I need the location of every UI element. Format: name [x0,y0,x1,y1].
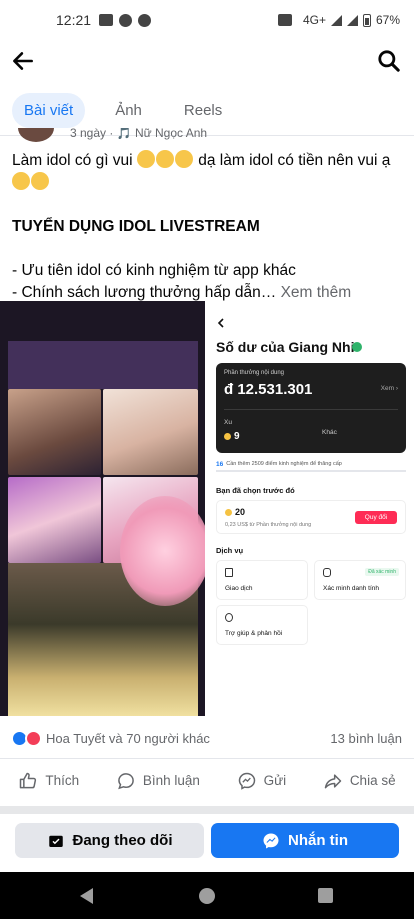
laughing-emoji-icon [31,172,49,190]
coin-icon [225,508,232,516]
signal-icon [330,14,342,26]
tab-reels[interactable]: Reels [172,93,234,128]
service-help: Trợ giúp & phản hồi [216,605,308,645]
help-icon [225,613,233,622]
document-icon [225,568,233,577]
offer-amount: 20 [235,507,246,517]
post-line1: Làm idol có gì vui [12,152,133,169]
love-reaction-icon [25,730,42,747]
balance-card: Phần thưởng nội dung đ 12.531.301 Xem › … [216,363,406,453]
level-progress [216,470,406,472]
verified-shield-icon [352,342,362,352]
balance-view: Xem › [380,385,398,392]
redeem-button: Quy đổi [355,511,397,524]
rofl-emoji-icon [136,150,155,168]
balance-amount: đ 12.531.301 [224,381,313,398]
message-button[interactable]: Nhắn tin [211,823,399,858]
blossom-tree [120,496,205,606]
volte-icon [277,14,292,26]
post-body: Làm idol có gì vui dạ làm idol có tiền n… [12,150,404,304]
profile-action-bar: Đang theo dõi Nhắn tin [0,814,414,872]
comment-button[interactable]: Bình luận [116,771,200,791]
post-line: Làm idol có gì vui dạ làm idol có tiền n… [12,150,404,194]
search-icon[interactable] [376,48,402,74]
share-arrow-icon [324,773,342,788]
tab-photos[interactable]: Ảnh [103,93,154,128]
post-headline: TUYỂN DỤNG IDOL LIVESTREAM [12,218,260,235]
offer-sub: 0,23 US$ từ Phần thưởng nội dung [225,522,312,528]
post-line1-tail: dạ làm idol có tiền nên vui ạ [198,152,391,169]
reactions-row[interactable]: Hoa Tuyết và 70 người khác 13 bình luận [0,722,414,754]
section-divider [0,806,414,814]
status-right: 4G+ 67% [277,13,400,27]
post-bullet-text: - Chính sách lương thưởng hấp dẫn… [12,284,277,301]
recent-title: Bạn đã chọn trước đó [216,486,295,495]
messenger-notification-icon [138,13,152,27]
nav-back-icon[interactable] [80,888,93,904]
battery-percent: 67% [375,13,400,27]
shield-icon [323,568,331,577]
messenger-icon [238,772,255,790]
post-meta: 3 ngày · 🎵 Nữ Ngọc Anh [12,128,402,142]
level-note: Cần thêm 2509 điểm kinh nghiệm để thăng … [226,461,342,467]
service-transactions: Giao dịch [216,560,308,600]
post-meta-text: 3 ngày · 🎵 Nữ Ngọc Anh [70,128,208,140]
comment-count[interactable]: 13 bình luận [330,731,402,746]
post-bullet: - Ưu tiên idol có kinh nghiệm từ app khá… [12,262,296,279]
xu-value: 9 [234,431,240,442]
rofl-emoji-icon [155,150,174,168]
wallet-back-icon [217,318,224,328]
status-time: 12:21 [56,12,92,28]
see-more-link[interactable]: Xem thêm [281,284,352,301]
stream-tile [8,389,101,475]
service-verify: Đã xác minh Xác minh danh tính [314,560,406,600]
send-button[interactable]: Gửi [237,771,286,791]
avatar[interactable] [18,128,54,142]
balance-label: Phần thưởng nội dung [224,370,284,376]
services-title: Dịch vụ [216,546,244,555]
share-button[interactable]: Chia sẻ [323,771,396,791]
nav-home-icon[interactable] [199,888,215,904]
coin-icon [224,433,231,440]
level-value: 16 [216,460,224,468]
thumbs-up-icon [20,772,37,788]
wallet-title: Số dư của Giang Nhi [216,339,355,355]
following-check-icon [48,835,63,847]
app-bar [0,40,414,82]
back-arrow-icon[interactable] [10,48,36,74]
laughing-emoji-icon [12,172,30,190]
system-nav-bar [0,872,414,919]
messenger-icon [263,833,279,848]
stream-header-banner [8,341,198,389]
messenger-notification-icon [119,13,133,27]
offer-card: 20 0,23 US$ từ Phần thưởng nội dung Quy … [216,500,406,534]
rofl-emoji-icon [174,150,193,168]
post-media[interactable]: Số dư của Giang Nhi Phần thưởng nội dung… [0,301,414,716]
level-row: 16 Cần thêm 2509 điểm kinh nghiệm để thă… [216,457,406,471]
stream-tile [103,389,198,475]
network-type: 4G+ [302,13,326,27]
wallet-screenshot[interactable]: Số dư của Giang Nhi Phần thưởng nội dung… [205,301,414,716]
tab-posts[interactable]: Bài viết [12,93,86,128]
app-notification-icon [99,14,114,26]
battery-icon [362,13,371,27]
comment-bubble-icon [117,772,134,789]
status-bar: 12:21 4G+ 67% [0,0,414,40]
like-button[interactable]: Thích [18,771,79,791]
signal-icon [346,14,358,26]
following-button[interactable]: Đang theo dõi [15,823,204,858]
stream-tile [8,477,101,563]
livestream-photo[interactable] [0,301,205,716]
post-actions: Thích Bình luận Gửi Chia sẻ [0,758,414,802]
other-label: Khác [322,429,337,436]
xu-label: Xu [224,419,232,426]
nav-recents-icon[interactable] [318,888,333,903]
reaction-names[interactable]: Hoa Tuyết và 70 người khác [46,731,210,746]
